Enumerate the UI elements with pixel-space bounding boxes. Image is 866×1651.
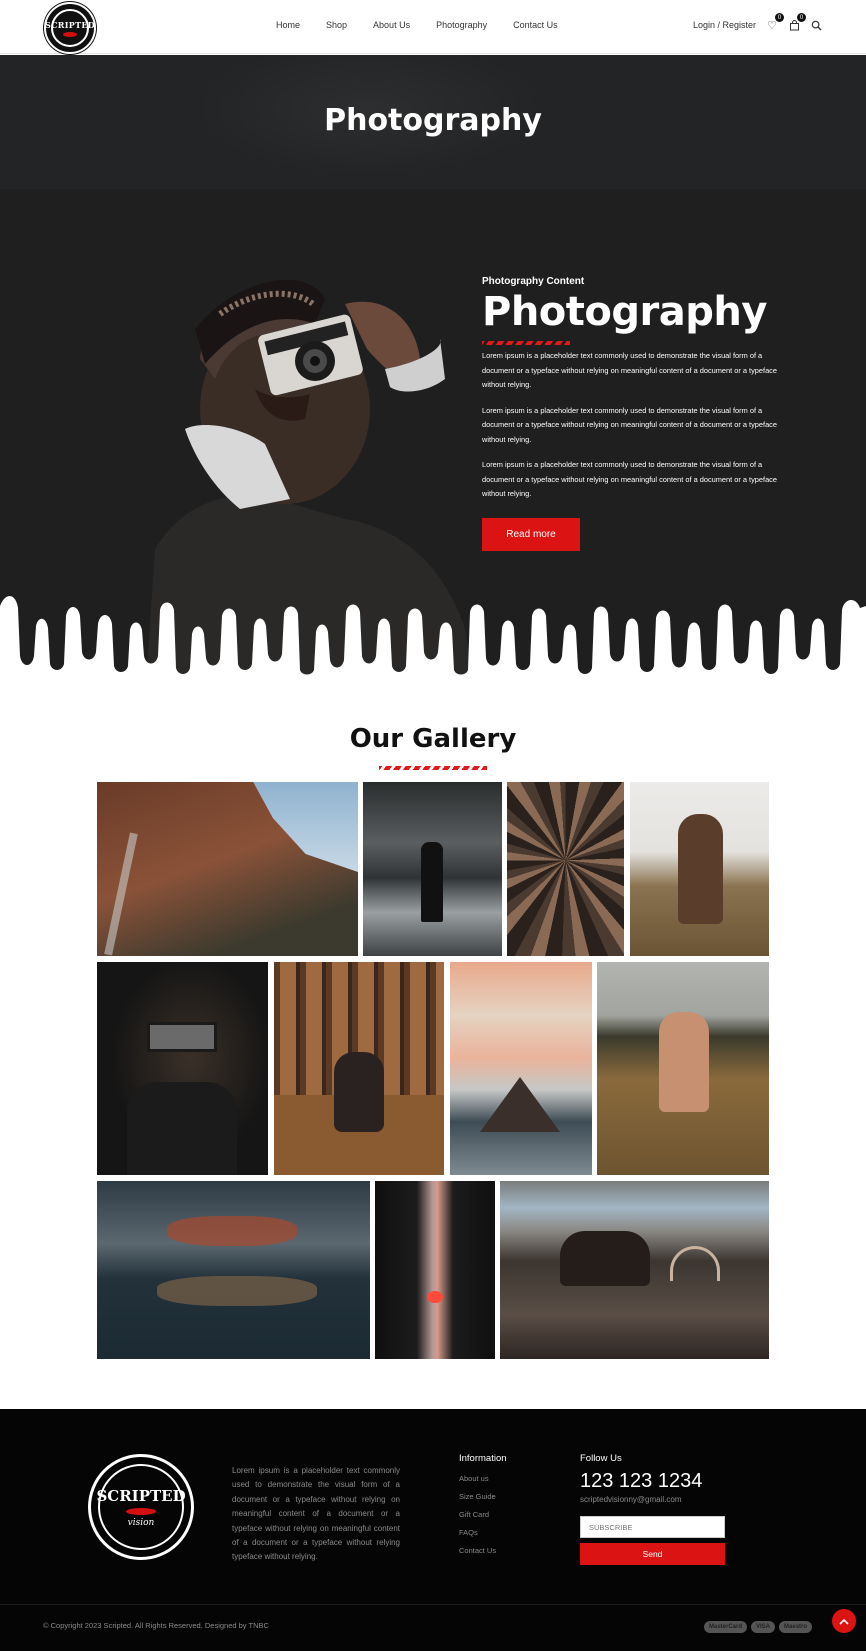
logo-text: SCRIPTED: [45, 19, 95, 30]
chevron-up-icon: [839, 1618, 849, 1625]
login-register-link[interactable]: Login / Register: [693, 20, 756, 30]
gallery-image-forest-canopy[interactable]: [507, 782, 624, 956]
header-actions: Login / Register ♡ 0 0: [693, 13, 822, 32]
nav-home[interactable]: Home: [276, 20, 300, 30]
gallery-image-sunset-lake[interactable]: [97, 1181, 370, 1359]
gallery-image-grassland-photographer[interactable]: [597, 962, 769, 1175]
gallery-image-mountain-peak[interactable]: [450, 962, 592, 1175]
footer-email: scriptedvisionny@gmail.com: [580, 1495, 682, 1504]
page-title: Photography: [324, 103, 542, 138]
footer-link-gift-card[interactable]: Gift Card: [459, 1510, 507, 1519]
back-to-top-button[interactable]: [832, 1609, 856, 1633]
gallery-image-desert-campers[interactable]: [500, 1181, 769, 1359]
payment-icons: MasterCard VISA Maestro: [704, 1621, 813, 1633]
logo-badge: SCRIPTED: [45, 9, 95, 47]
site-footer: SCRIPTED vision Lorem ipsum is a placeho…: [0, 1409, 866, 1651]
footer-logo-subtext: vision: [127, 1517, 155, 1528]
wishlist-icon[interactable]: ♡ 0: [766, 13, 784, 32]
footer-phone: 123 123 1234: [580, 1470, 703, 1492]
drip-divider: [0, 596, 866, 676]
cart-count: 0: [797, 13, 806, 22]
site-logo[interactable]: SCRIPTED: [44, 2, 96, 54]
search-icon[interactable]: [810, 19, 822, 31]
nav-contact-us[interactable]: Contact Us: [513, 20, 558, 30]
mastercard-icon: MasterCard: [704, 1621, 748, 1633]
main-nav: Home Shop About Us Photography Contact U…: [276, 20, 584, 30]
hero-divider: [482, 341, 570, 345]
gallery-image-field-photographer[interactable]: [630, 782, 769, 956]
site-header: SCRIPTED Home Shop About Us Photography …: [0, 0, 866, 54]
footer-about-text: Lorem ipsum is a placeholder text common…: [232, 1466, 400, 1562]
wishlist-count: 0: [775, 13, 784, 22]
gallery-image-city-sunset[interactable]: [375, 1181, 495, 1359]
gallery-image-canyon-waterfall[interactable]: [97, 782, 358, 956]
nav-shop[interactable]: Shop: [326, 20, 347, 30]
nav-photography[interactable]: Photography: [436, 20, 487, 30]
footer-follow-heading: Follow Us: [580, 1453, 622, 1464]
footer-logo[interactable]: SCRIPTED vision: [88, 1454, 194, 1560]
footer-divider: [0, 1604, 866, 1605]
hero-paragraph: Lorem ipsum is a placeholder text common…: [482, 405, 777, 444]
gallery-image-woman-camera[interactable]: [97, 962, 268, 1175]
footer-info-heading: Information: [459, 1453, 507, 1464]
footer-logo-text: SCRIPTED: [96, 1486, 186, 1505]
footer-link-contact-us[interactable]: Contact Us: [459, 1546, 507, 1555]
visa-icon: VISA: [751, 1621, 776, 1633]
cart-icon[interactable]: 0: [788, 13, 806, 31]
footer-link-size-guide[interactable]: Size Guide: [459, 1492, 507, 1501]
hero-paragraph: Lorem ipsum is a placeholder text common…: [482, 460, 777, 498]
send-button[interactable]: Send: [580, 1543, 725, 1565]
footer-follow: Follow Us 123 123 1234 scriptedvisionny@…: [580, 1453, 726, 1565]
gallery-divider: [379, 766, 487, 770]
gallery-title: Our Gallery: [349, 724, 517, 754]
gallery-image-lake-hiker[interactable]: [363, 782, 502, 956]
hero-title: Photography: [482, 289, 767, 335]
maestro-icon: Maestro: [779, 1621, 813, 1633]
photography-hero: Photography Content Photography Lorem ip…: [0, 189, 866, 676]
lips-icon: [126, 1507, 156, 1515]
read-more-button[interactable]: Read more: [482, 517, 580, 551]
page-title-banner: Photography: [0, 55, 866, 189]
footer-logo-badge: SCRIPTED vision: [96, 1464, 186, 1550]
lips-icon: [63, 31, 77, 37]
footer-link-about-us[interactable]: About us: [459, 1474, 507, 1483]
footer-information: Information About us Size Guide Gift Car…: [459, 1453, 507, 1564]
subscribe-input[interactable]: [580, 1516, 725, 1538]
gallery-image-autumn-forest[interactable]: [274, 962, 444, 1175]
hero-kicker: Photography Content: [482, 276, 585, 287]
hero-paragraph: Lorem ipsum is a placeholder text common…: [482, 351, 777, 389]
copyright-text: © Copyright 2023 Scripted. All Rights Re…: [43, 1621, 269, 1630]
hero-content: Photography Content Photography Lorem ip…: [482, 276, 782, 551]
footer-link-faqs[interactable]: FAQs: [459, 1528, 507, 1537]
nav-about-us[interactable]: About Us: [373, 20, 410, 30]
